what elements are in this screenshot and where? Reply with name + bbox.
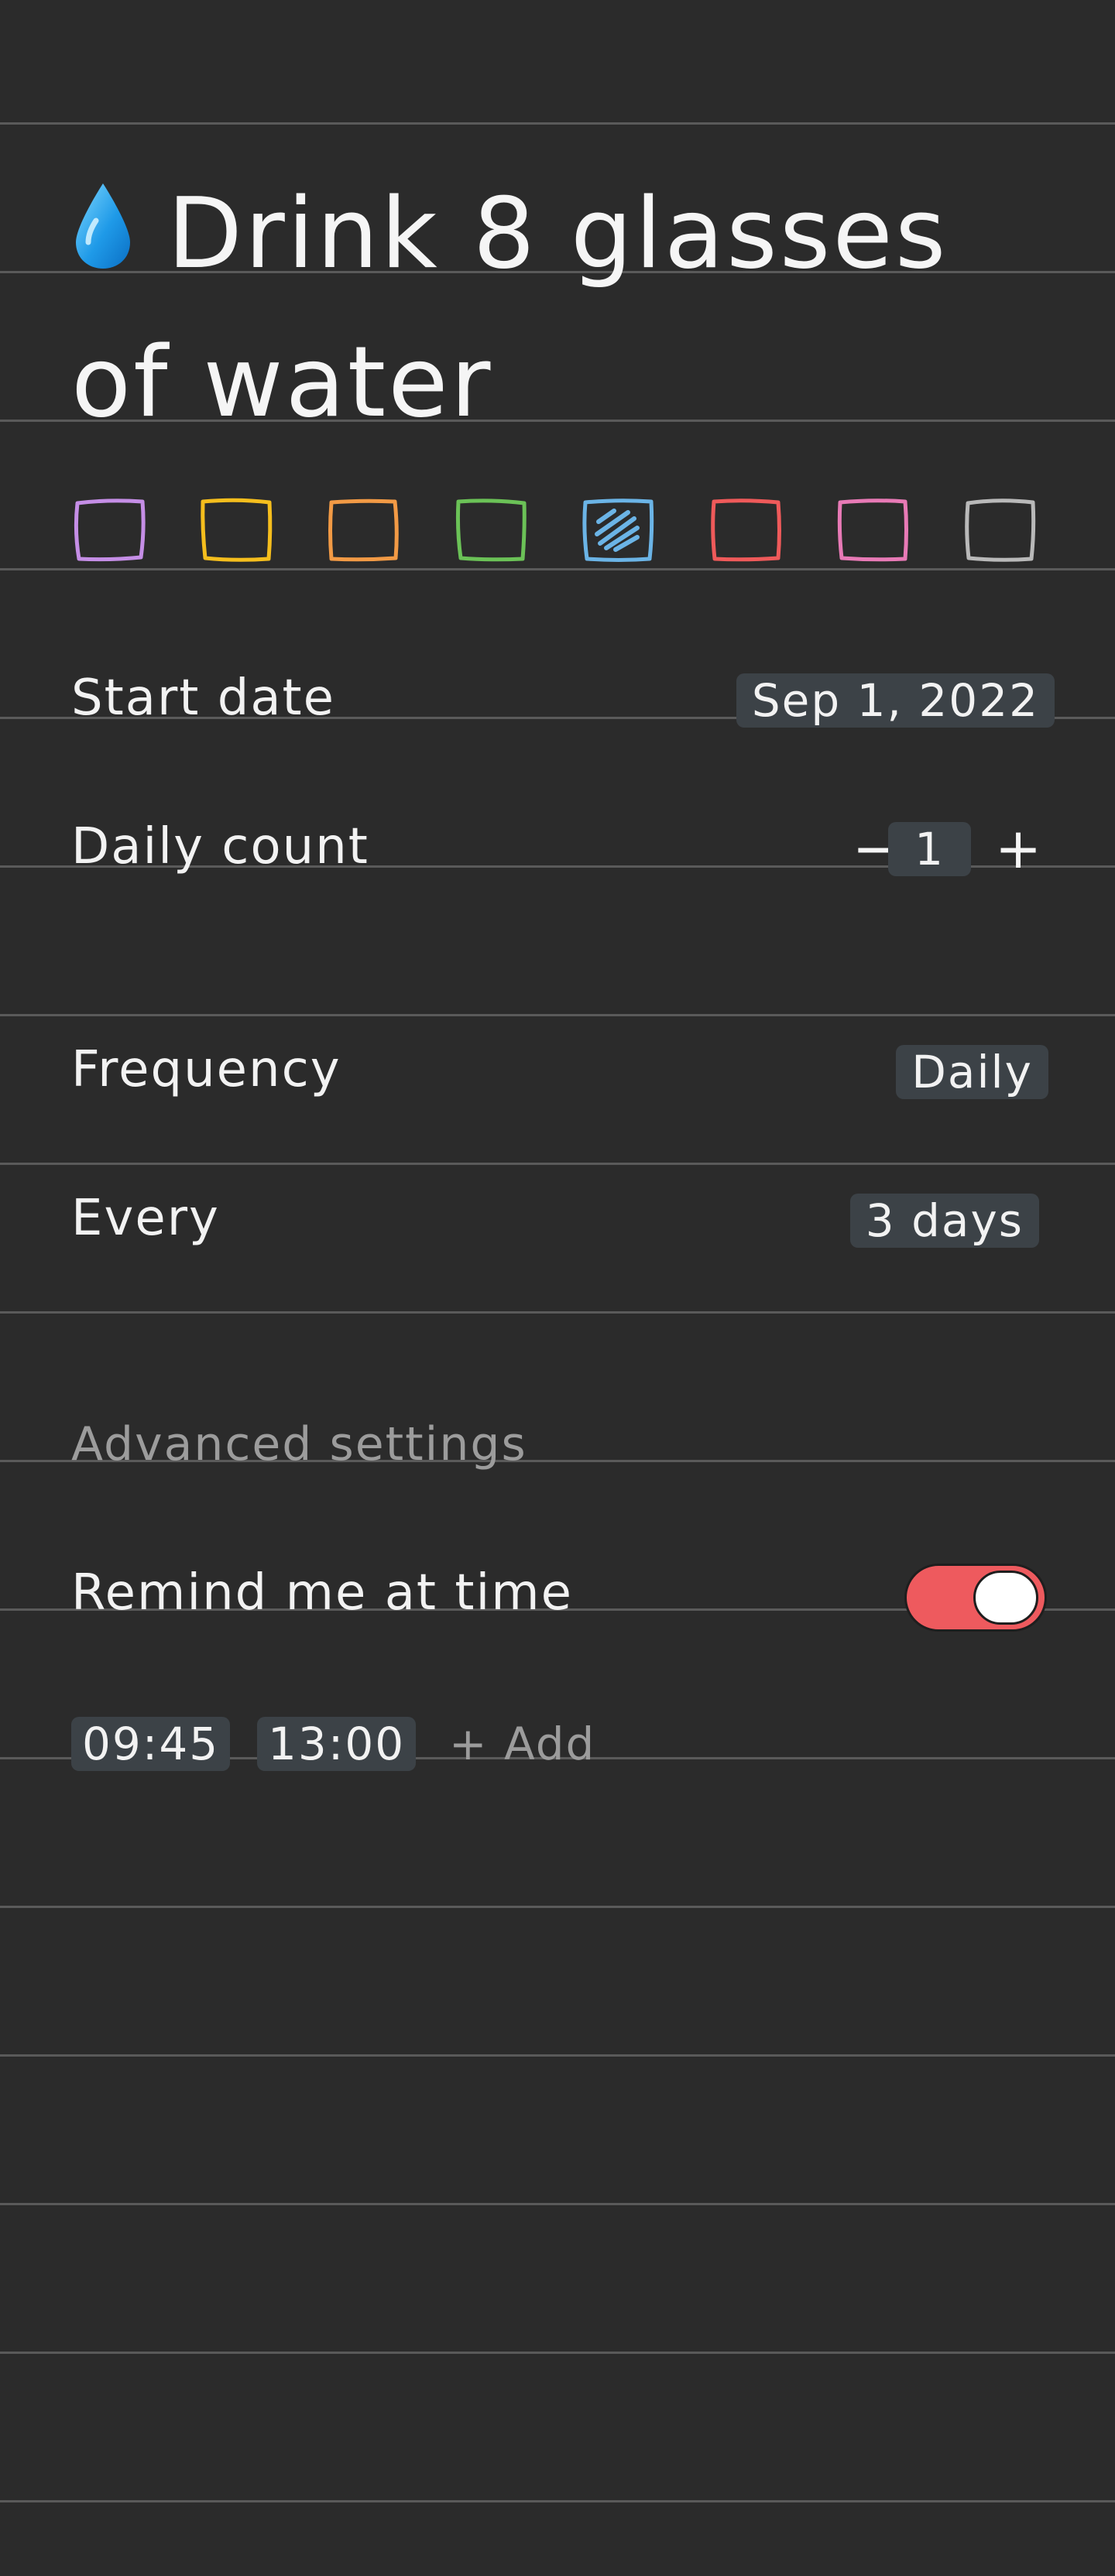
reminder-time-chip[interactable]: 13:00 bbox=[257, 1717, 417, 1771]
color-swatch-orange[interactable] bbox=[325, 495, 401, 564]
color-swatch-blue-selected[interactable] bbox=[580, 495, 656, 564]
droplet-icon bbox=[71, 180, 135, 272]
daily-count-row: Daily count − 1 + bbox=[71, 800, 1055, 893]
frequency-value[interactable]: Daily bbox=[896, 1045, 1048, 1099]
add-time-button[interactable]: + Add bbox=[449, 1717, 595, 1771]
start-date-value[interactable]: Sep 1, 2022 bbox=[736, 673, 1055, 728]
every-value[interactable]: 3 days bbox=[849, 1194, 1039, 1248]
color-swatch-gray[interactable] bbox=[962, 495, 1038, 564]
start-date-label: Start date bbox=[71, 670, 335, 727]
reminder-times: 09:45 13:00 + Add bbox=[71, 1695, 846, 1788]
color-swatch-green[interactable] bbox=[453, 495, 529, 564]
every-label: Every bbox=[71, 1190, 220, 1247]
reminder-row: Remind me at time bbox=[71, 1547, 1055, 1639]
every-row: Every 3 days bbox=[71, 1172, 1055, 1265]
increment-button[interactable]: + bbox=[991, 817, 1045, 879]
reminder-label: Remind me at time bbox=[71, 1564, 573, 1622]
advanced-settings-heading: Advanced settings bbox=[71, 1417, 527, 1471]
reminder-toggle[interactable] bbox=[904, 1564, 1047, 1632]
toggle-knob bbox=[973, 1571, 1038, 1625]
start-date-row: Start date Sep 1, 2022 bbox=[71, 652, 1055, 745]
color-swatch-pink[interactable] bbox=[835, 495, 911, 564]
frequency-label: Frequency bbox=[71, 1041, 341, 1098]
habit-title-text: Drink 8 glasses of water bbox=[71, 176, 949, 439]
habit-title[interactable]: Drink 8 glasses of water bbox=[71, 159, 1062, 457]
frequency-row: Frequency Daily bbox=[71, 1023, 1055, 1116]
color-swatch-yellow[interactable] bbox=[198, 495, 274, 564]
reminder-time-chip[interactable]: 09:45 bbox=[71, 1717, 231, 1771]
color-picker bbox=[71, 495, 1047, 567]
daily-count-value[interactable]: 1 bbox=[888, 822, 971, 876]
daily-count-label: Daily count bbox=[71, 818, 369, 875]
color-swatch-red[interactable] bbox=[708, 495, 784, 564]
color-swatch-purple[interactable] bbox=[71, 495, 147, 564]
